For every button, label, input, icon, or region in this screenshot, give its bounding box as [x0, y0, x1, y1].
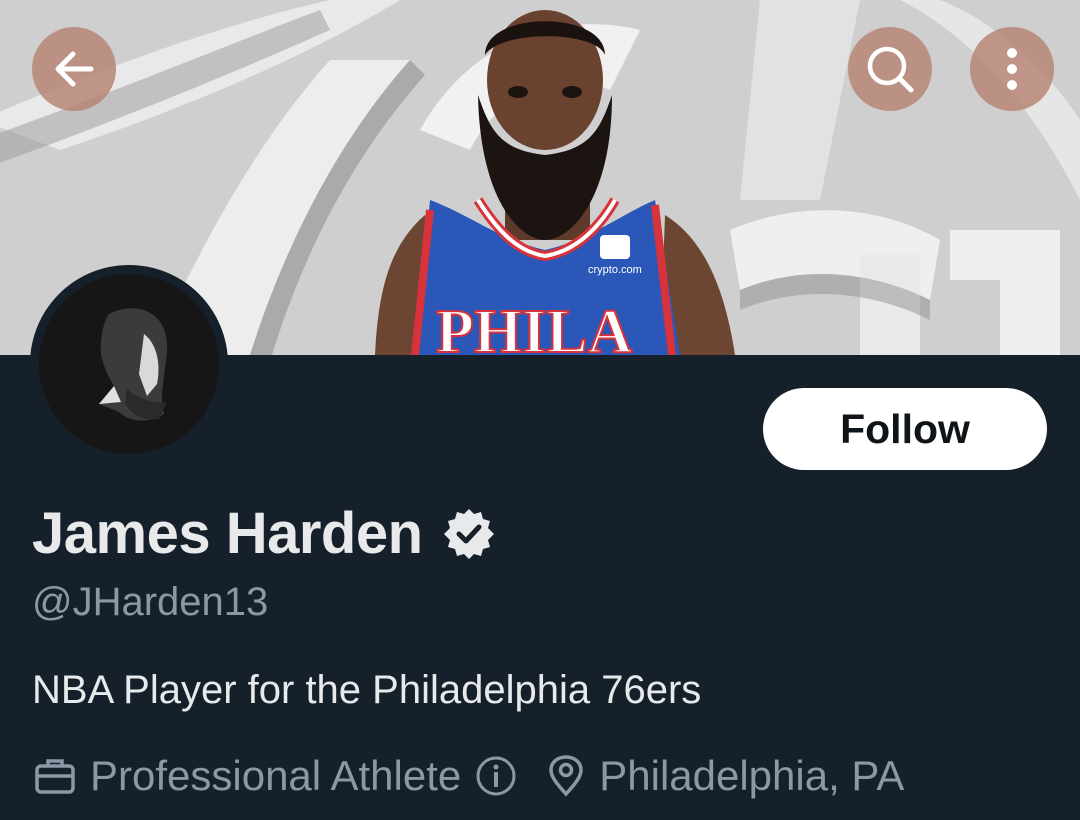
sponsor-text: crypto.com	[588, 264, 642, 276]
profile-name-row: James Harden	[32, 500, 497, 567]
jersey-text: PHILA	[436, 298, 633, 355]
profile-meta-row: Professional Athlete Philadelphia, PA	[34, 752, 904, 800]
profile-category: Professional Athlete	[90, 752, 462, 799]
avatar[interactable]	[30, 265, 228, 463]
verified-badge-icon[interactable]	[441, 506, 497, 562]
more-vertical-icon	[1007, 48, 1017, 90]
profile-bio: NBA Player for the Philadelphia 76ers	[32, 668, 702, 712]
avatar-image	[39, 274, 219, 454]
back-button[interactable]	[32, 27, 116, 111]
display-name: James Harden	[32, 501, 423, 566]
info-icon[interactable]	[475, 755, 517, 797]
profile-handle: @JHarden13	[32, 580, 269, 624]
search-icon	[867, 46, 914, 93]
search-button[interactable]	[848, 27, 932, 111]
profile-location: Philadelphia, PA	[599, 752, 905, 799]
more-options-button[interactable]	[970, 27, 1054, 111]
briefcase-icon	[34, 756, 76, 796]
location-pin-icon	[547, 755, 585, 797]
follow-button[interactable]: Follow	[763, 388, 1047, 470]
arrow-left-icon	[55, 51, 94, 87]
